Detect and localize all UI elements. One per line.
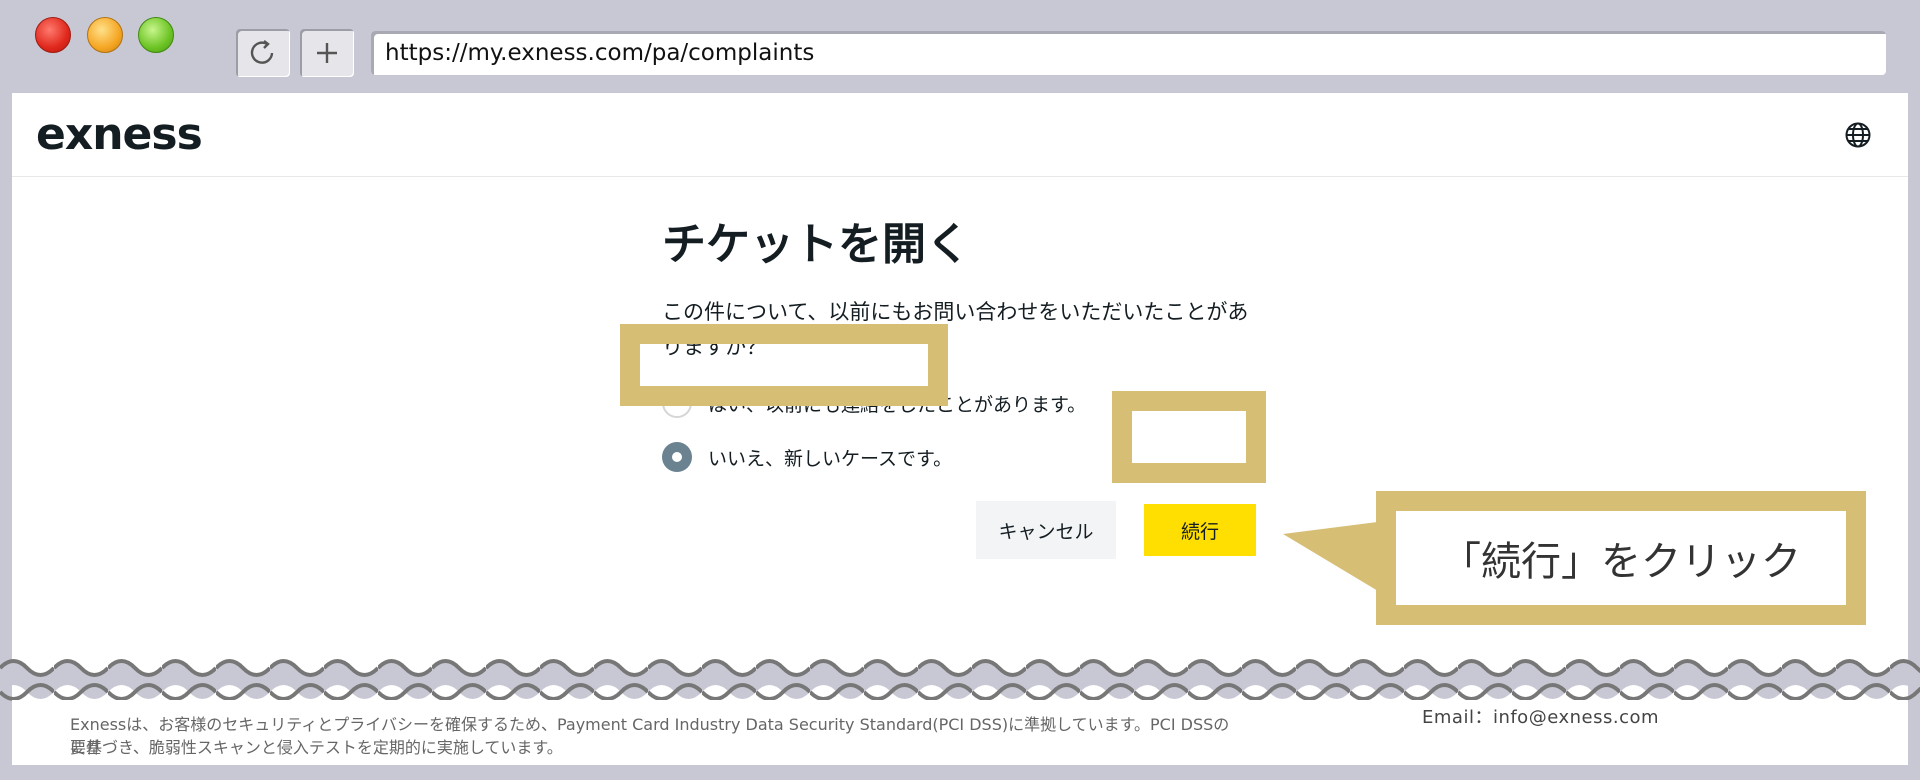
- address-bar[interactable]: https://my.exness.com/pa/complaints: [371, 31, 1886, 75]
- page-title: チケットを開く: [662, 219, 970, 270]
- globe-icon[interactable]: [1844, 121, 1872, 149]
- plus-icon: [317, 43, 337, 63]
- new-tab-button[interactable]: [300, 29, 354, 77]
- close-window-button[interactable]: [35, 17, 71, 53]
- continue-button[interactable]: 続行: [1144, 504, 1256, 556]
- reload-button[interactable]: [236, 29, 290, 77]
- instruction-callout: 「続行」をクリック: [1376, 491, 1866, 625]
- highlight-frame-continue: [1112, 391, 1266, 483]
- highlight-frame-option: [620, 324, 948, 406]
- security-notice-line-2: に基づき、脆弱性スキャンと侵入テストを定期的に実施しています。: [70, 738, 563, 757]
- radio-option-no[interactable]: いいえ、新しいケースです。: [662, 439, 952, 475]
- cancel-button[interactable]: キャンセル: [976, 501, 1116, 559]
- reload-icon: [250, 40, 274, 64]
- radio-label-no: いいえ、新しいケースです。: [708, 447, 953, 470]
- maximize-window-button[interactable]: [138, 17, 174, 53]
- minimize-window-button[interactable]: [87, 17, 123, 53]
- browser-window: https://my.exness.com/pa/complaints exne…: [0, 0, 1920, 780]
- exness-logo[interactable]: exness: [36, 109, 203, 160]
- radio-checked[interactable]: [662, 442, 692, 472]
- contact-email[interactable]: Email：info@exness.com: [1422, 703, 1659, 729]
- site-header: exness: [12, 93, 1908, 177]
- footer: Exnessは、お客様のセキュリティとプライバシーを確保するため、Payment…: [12, 700, 1908, 765]
